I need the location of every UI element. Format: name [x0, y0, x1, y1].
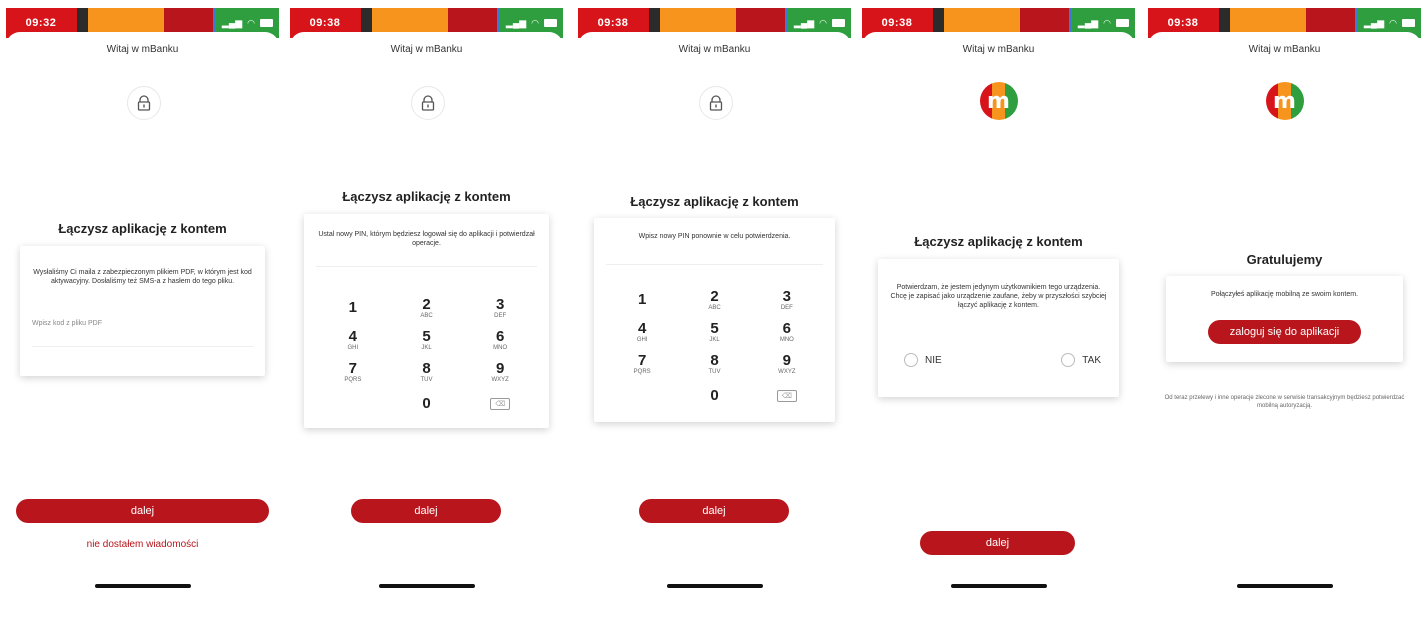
- wifi-icon: ◠: [819, 17, 827, 28]
- signal-icon: ▂▄▆: [1363, 17, 1385, 28]
- signal-icon: ▂▄▆: [221, 17, 243, 28]
- trusted-device-card: Potwierdzam, że jestem jedynym użytkowni…: [878, 259, 1119, 397]
- sheet: Witaj w mBanku Łączysz aplikację z konte…: [578, 32, 851, 610]
- card-message: Połączyłeś aplikację mobilną ze swoim ko…: [1210, 291, 1359, 298]
- sheet: Witaj w mBanku Łączysz aplikację z konte…: [6, 32, 279, 610]
- key-7[interactable]: 7 PQRS: [316, 358, 390, 386]
- radio-no[interactable]: [904, 353, 918, 367]
- battery-icon: [832, 19, 845, 27]
- pin-card: Ustal nowy PIN, którym będziesz logował …: [304, 214, 549, 428]
- home-indicator: [950, 584, 1047, 588]
- page-title: Gratulujemy: [1246, 252, 1323, 267]
- key-7[interactable]: 7 PQRS: [606, 350, 678, 378]
- card-message: Wpisz nowy PIN ponownie w celu potwierdz…: [638, 233, 791, 240]
- code-input[interactable]: [32, 346, 253, 347]
- next-button[interactable]: dalej: [16, 499, 269, 523]
- login-button[interactable]: zaloguj się do aplikacji: [1208, 320, 1361, 344]
- app-title: Witaj w mBanku: [1248, 44, 1321, 55]
- app-title: Witaj w mBanku: [962, 44, 1035, 55]
- battery-icon: [1402, 19, 1415, 27]
- key-5[interactable]: 5 JKL: [390, 326, 464, 354]
- key-0[interactable]: 0: [390, 390, 464, 418]
- signal-icon: ▂▄▆: [1077, 17, 1099, 28]
- key-8[interactable]: 8 TUV: [390, 358, 464, 386]
- no-message-link[interactable]: nie dostałem wiadomości: [16, 534, 269, 554]
- battery-icon: [544, 19, 557, 27]
- app-title: Witaj w mBanku: [390, 44, 463, 55]
- lock-icon: [126, 86, 161, 120]
- home-indicator: [94, 584, 191, 588]
- backspace-key[interactable]: ⌫: [751, 382, 823, 410]
- key-6[interactable]: 6 MNO: [751, 318, 823, 346]
- info-footnote: Od teraz przelewy i inne operacje zlecon…: [1164, 395, 1405, 409]
- screen-activation-code: 09:32 ▂▄▆ ◠ Witaj w mBanku Łączysz aplika…: [6, 8, 279, 610]
- battery-icon: [1116, 19, 1129, 27]
- backspace-key[interactable]: ⌫: [463, 390, 537, 418]
- next-button[interactable]: dalej: [920, 531, 1075, 555]
- sheet: Witaj w mBanku Łączysz aplikację z konte…: [290, 32, 563, 610]
- card-message: Potwierdzam, że jestem jedynym użytkowni…: [890, 284, 1107, 309]
- screen-confirm-pin: 09:38 ▂▄▆ ◠ Witaj w mBanku Łączysz aplika…: [578, 8, 851, 610]
- signal-icon: ▂▄▆: [793, 17, 815, 28]
- next-button[interactable]: dalej: [351, 499, 501, 523]
- wifi-icon: ◠: [1389, 17, 1397, 28]
- wifi-icon: ◠: [1103, 17, 1111, 28]
- key-0[interactable]: 0: [678, 382, 750, 410]
- mbank-logo: m: [1265, 82, 1304, 120]
- mbank-logo: m: [979, 82, 1018, 120]
- pin-keypad: 1 2 ABC 3 DEF 4 GHI 5 JKL 6 MNO 7 PQRS 8 TUV 9W…: [316, 294, 537, 418]
- screen-set-pin: 09:38 ▂▄▆ ◠ Witaj w mBanku Łączysz aplika…: [290, 8, 563, 610]
- home-indicator: [666, 584, 763, 588]
- screen-trusted-device: 09:38 ▂▄▆ ◠ Witaj w mBanku m Łączysz apli…: [862, 8, 1135, 610]
- page-title: Łączysz aplikację z kontem: [630, 194, 799, 209]
- page-title: Łączysz aplikację z kontem: [58, 221, 227, 236]
- lock-icon: [410, 86, 445, 120]
- wifi-icon: ◠: [247, 17, 255, 28]
- code-field-label: Wpisz kod z pliku PDF: [32, 320, 103, 327]
- backspace-icon: ⌫: [490, 398, 511, 410]
- key-9[interactable]: 9 WXYZ: [751, 350, 823, 378]
- lock-icon: [698, 86, 733, 120]
- key-6[interactable]: 6 MNO: [463, 326, 537, 354]
- key-4[interactable]: 4 GHI: [316, 326, 390, 354]
- wifi-icon: ◠: [531, 17, 539, 28]
- key-3[interactable]: 3 DEF: [463, 294, 537, 322]
- success-card: Połączyłeś aplikację mobilną ze swoim ko…: [1166, 276, 1403, 362]
- key-2[interactable]: 2 ABC: [678, 286, 750, 314]
- option-no[interactable]: NIE: [904, 353, 942, 367]
- key-8[interactable]: 8 TUV: [678, 350, 750, 378]
- app-title: Witaj w mBanku: [106, 44, 179, 55]
- next-button[interactable]: dalej: [639, 499, 789, 523]
- page-title: Łączysz aplikację z kontem: [914, 234, 1083, 249]
- home-indicator: [1236, 584, 1333, 588]
- key-empty: [316, 390, 390, 418]
- pin-input[interactable]: [606, 264, 823, 265]
- pin-card: Wpisz nowy PIN ponownie w celu potwierdz…: [594, 218, 835, 422]
- radio-yes[interactable]: [1061, 353, 1076, 367]
- signal-icon: ▂▄▆: [505, 17, 527, 28]
- card-message: Wysłaliśmy Ci maila z zabezpieczonym pli…: [33, 269, 252, 285]
- code-card: Wysłaliśmy Ci maila z zabezpieczonym pli…: [20, 246, 265, 376]
- key-1[interactable]: 1: [316, 294, 390, 322]
- page-title: Łączysz aplikację z kontem: [342, 189, 511, 204]
- card-message: Ustal nowy PIN, którym będziesz logował …: [318, 231, 535, 247]
- pin-keypad: 1 2 ABC 3 DEF 4 GHI 5 JKL 6 MNO 7 PQRS 8 TUV 9W…: [606, 286, 823, 410]
- backspace-icon: ⌫: [776, 390, 797, 402]
- battery-icon: [260, 19, 273, 27]
- app-title: Witaj w mBanku: [678, 44, 751, 55]
- key-4[interactable]: 4 GHI: [606, 318, 678, 346]
- key-1[interactable]: 1: [606, 286, 678, 314]
- screen-congratulations: 09:38 ▂▄▆ ◠ Witaj w mBanku m Gratulujemy …: [1148, 8, 1421, 610]
- key-5[interactable]: 5 JKL: [678, 318, 750, 346]
- key-9[interactable]: 9 WXYZ: [463, 358, 537, 386]
- key-2[interactable]: 2 ABC: [390, 294, 464, 322]
- pin-input[interactable]: [316, 266, 537, 267]
- option-yes[interactable]: TAK: [1061, 353, 1101, 367]
- key-3[interactable]: 3 DEF: [751, 286, 823, 314]
- sheet: Witaj w mBanku m Gratulujemy Połączyłeś …: [1148, 32, 1421, 610]
- key-empty: [606, 382, 678, 410]
- sheet: Witaj w mBanku m Łączysz aplikację z kon…: [862, 32, 1135, 610]
- home-indicator: [378, 584, 475, 588]
